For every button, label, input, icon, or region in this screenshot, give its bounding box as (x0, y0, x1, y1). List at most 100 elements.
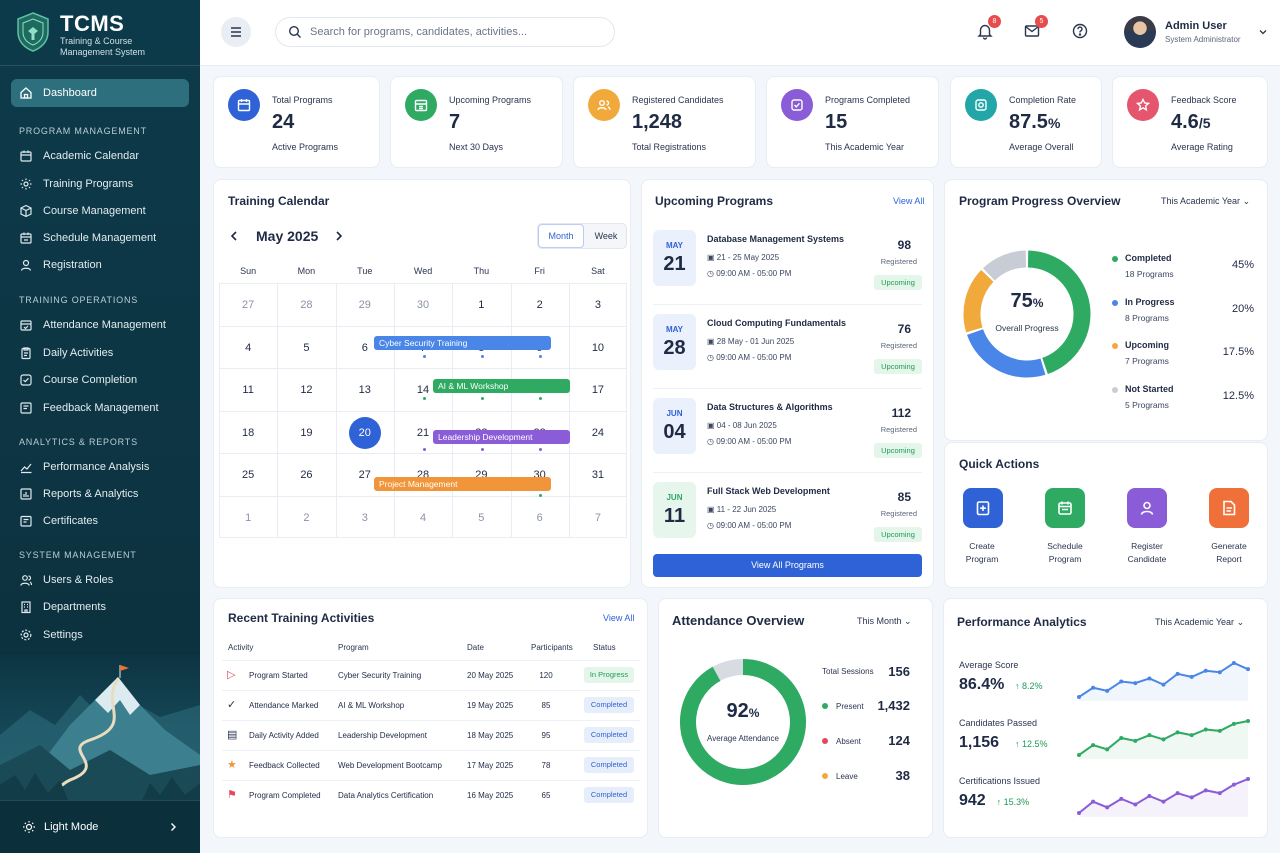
user-menu[interactable]: Admin User System Administrator (1124, 16, 1268, 48)
calendar-day[interactable]: 10 (583, 342, 613, 354)
stat-card-feedback-score[interactable]: Feedback Score 4.6/5 Average Rating (1112, 76, 1268, 168)
stat-card-upcoming-programs[interactable]: Upcoming Programs 7 Next 30 Days (390, 76, 563, 168)
register-candidate-button[interactable] (1127, 488, 1167, 528)
stat-icon-bg (405, 89, 437, 121)
calendar-day[interactable]: 4 (408, 512, 438, 524)
calendar-day[interactable]: 3 (583, 299, 613, 311)
sidebar-item-schedule-management[interactable]: Schedule Management (19, 231, 156, 245)
sidebar-item-registration[interactable]: Registration (19, 258, 102, 272)
chevron-left-icon[interactable] (229, 230, 239, 242)
calendar-day[interactable]: 5 (466, 512, 496, 524)
sidebar-item-reports-analytics[interactable]: Reports & Analytics (19, 487, 138, 501)
calendar-day[interactable]: 2 (525, 299, 555, 311)
calendar-event[interactable]: Project Management (374, 477, 551, 491)
generate-report-button[interactable] (1209, 488, 1249, 528)
calendar-day[interactable]: 11 (233, 384, 263, 396)
calendar-day[interactable]: 28 (291, 299, 321, 311)
sparkline-point (1077, 695, 1081, 699)
calendar-day[interactable]: 19 (291, 427, 321, 439)
calendar-day[interactable]: 7 (583, 512, 613, 524)
schedule-program-button[interactable] (1045, 488, 1085, 528)
calendar-day[interactable]: 29 (350, 299, 380, 311)
sparkline-point (1231, 782, 1236, 787)
view-all-programs-button[interactable]: View All Programs (653, 554, 922, 577)
progress-period-dropdown[interactable]: This Academic Year ⌄ (1161, 196, 1250, 207)
stat-card-total-programs[interactable]: Total Programs 24 Active Programs (213, 76, 380, 168)
calendar-day[interactable]: 13 (350, 384, 380, 396)
calendar-day[interactable]: 30 (408, 299, 438, 311)
calendar-day[interactable]: 1 (233, 512, 263, 524)
donut-segment-not-started (983, 250, 1027, 281)
chevron-right-icon[interactable] (334, 230, 344, 242)
quick-actions-title: Quick Actions (959, 457, 1040, 471)
sidebar-item-departments[interactable]: Departments (19, 600, 106, 614)
calendar-event[interactable]: Leadership Development (433, 430, 570, 444)
theme-toggle[interactable]: Light Mode (0, 800, 200, 853)
calendar-day[interactable]: 6 (525, 512, 555, 524)
sidebar-item-attendance-management[interactable]: Attendance Management (19, 318, 166, 332)
menu-button[interactable] (221, 17, 251, 47)
stat-card-programs-completed[interactable]: Programs Completed 15 This Academic Year (766, 76, 939, 168)
calendar-day[interactable]: 1 (466, 299, 496, 311)
notifications-button[interactable]: 8 (976, 15, 1001, 40)
sidebar-item-dashboard[interactable]: Dashboard (11, 79, 189, 107)
sidebar-item-settings[interactable]: Settings (19, 628, 83, 642)
upcoming-dates: ▣ 28 May - 01 Jun 2025 (707, 337, 795, 346)
messages-button[interactable]: 5 (1023, 15, 1048, 40)
status-badge: Upcoming (874, 359, 922, 374)
search-bar[interactable] (275, 17, 615, 47)
calendar-day[interactable]: 3 (350, 512, 380, 524)
sidebar-item-academic-calendar[interactable]: Academic Calendar (19, 149, 139, 163)
attendance-period-dropdown[interactable]: This Month ⌄ (857, 616, 912, 627)
activities-view-all-link[interactable]: View All (603, 613, 634, 623)
calendar-day[interactable]: 5 (291, 342, 321, 354)
attendance-center-label: Average Attendance (707, 734, 779, 743)
search-input[interactable] (310, 26, 600, 38)
status-badge: In Progress (584, 667, 634, 683)
calendar-event[interactable]: AI & ML Workshop (433, 379, 570, 393)
upcoming-dates: ▣ 21 - 25 May 2025 (707, 253, 780, 262)
upcoming-date-badge: MAY 21 (653, 230, 696, 286)
sidebar-item-training-programs[interactable]: Training Programs (19, 177, 133, 191)
stat-card-registered-candidates[interactable]: Registered Candidates 1,248 Total Regist… (573, 76, 756, 168)
calendar-day[interactable]: 27 (233, 299, 263, 311)
calendar-day[interactable]: 31 (583, 469, 613, 481)
calendar-day[interactable]: 25 (233, 469, 263, 481)
sidebar-item-certificates[interactable]: Certificates (19, 514, 98, 528)
upcoming-view-all-link[interactable]: View All (893, 196, 924, 206)
calendar-day[interactable]: 4 (233, 342, 263, 354)
sidebar-item-course-management[interactable]: Course Management (19, 204, 146, 218)
sidebar-item-performance-analysis[interactable]: Performance Analysis (19, 460, 149, 474)
sparkline-point (1217, 791, 1222, 796)
calendar-day[interactable]: 26 (291, 469, 321, 481)
sparkline (1077, 661, 1250, 701)
event-dot (539, 448, 542, 451)
user-icon (1140, 501, 1154, 515)
create-program-button[interactable] (963, 488, 1003, 528)
calendar-grid-icon (414, 99, 428, 112)
calendar-day[interactable]: 17 (583, 384, 613, 396)
calendar-day[interactable]: 12 (291, 384, 321, 396)
gear-icon (20, 178, 32, 190)
sidebar-item-daily-activities[interactable]: Daily Activities (19, 346, 113, 360)
calendar-today[interactable]: 20 (348, 416, 381, 449)
sidebar-item-feedback-management[interactable]: Feedback Management (19, 401, 159, 415)
help-button[interactable] (1071, 22, 1089, 40)
sparkline-point (1203, 727, 1208, 732)
stat-card-completion-rate[interactable]: Completion Rate 87.5% Average Overall (950, 76, 1102, 168)
upcoming-time: ◷ 09:00 AM - 05:00 PM (707, 269, 792, 278)
stat-icon-bg (588, 89, 620, 121)
calendar-day[interactable]: 18 (233, 427, 263, 439)
sparkline-point (1246, 719, 1250, 723)
sidebar-item-course-completion[interactable]: Course Completion (19, 373, 137, 387)
calendar-day[interactable]: 2 (291, 512, 321, 524)
view-week-button[interactable]: Week (586, 224, 626, 248)
sparkline-point (1175, 791, 1180, 796)
sidebar-item-users-roles[interactable]: Users & Roles (19, 573, 113, 587)
legend-sublabel: 8 Programs (1125, 312, 1169, 323)
user-name: Admin User (1165, 20, 1227, 32)
view-month-button[interactable]: Month (538, 224, 584, 248)
calendar-event[interactable]: Cyber Security Training (374, 336, 551, 350)
performance-period-dropdown[interactable]: This Academic Year ⌄ (1155, 617, 1244, 628)
calendar-day[interactable]: 24 (583, 427, 613, 439)
